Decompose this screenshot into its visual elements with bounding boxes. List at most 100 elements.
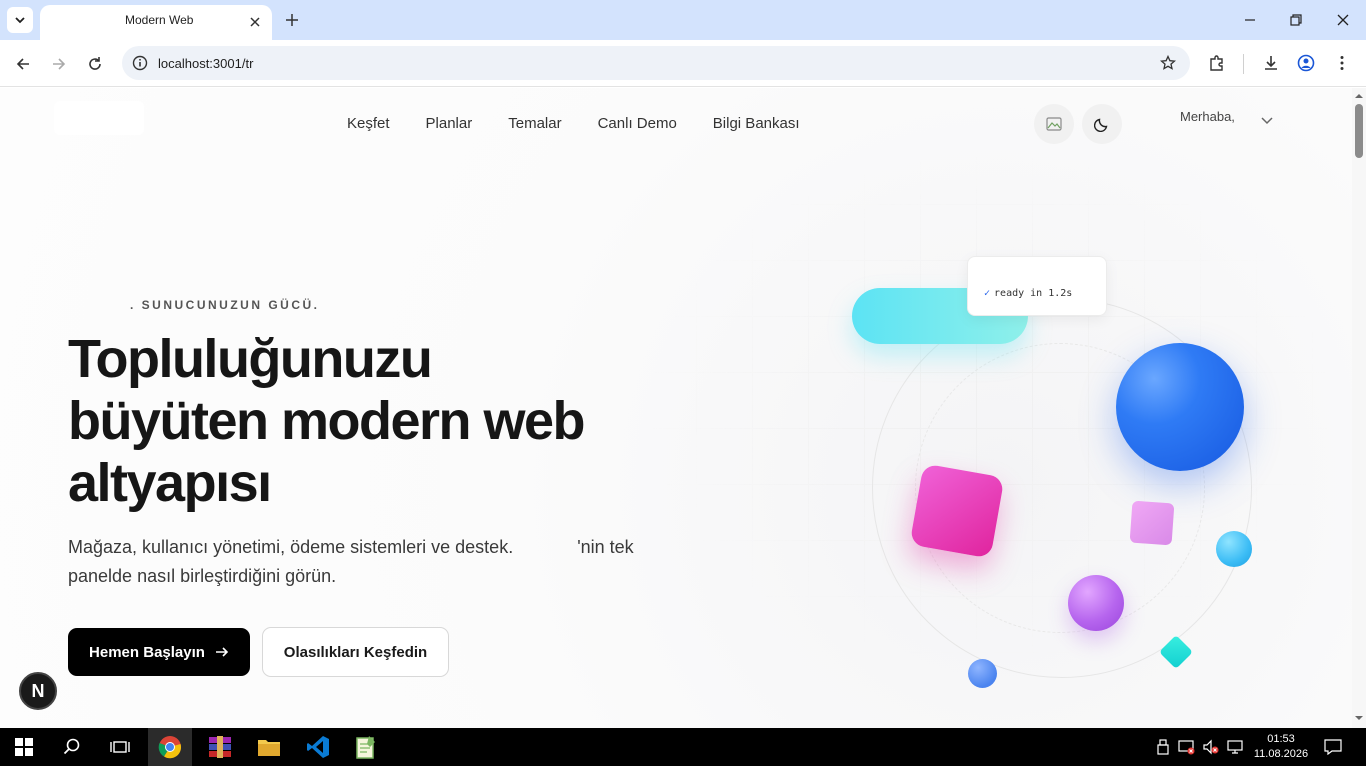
page-scrollbar[interactable] <box>1352 88 1366 728</box>
broken-image-icon <box>1046 117 1062 131</box>
taskbar-winrar[interactable] <box>198 728 242 766</box>
forward-icon <box>53 58 66 70</box>
downloads-button[interactable] <box>1259 51 1283 75</box>
site-info-button[interactable] <box>130 53 150 73</box>
taskbar-file-explorer[interactable] <box>247 728 291 766</box>
profile-button[interactable] <box>1294 51 1318 75</box>
address-bar[interactable]: localhost:3001/tr <box>122 46 1190 80</box>
reload-icon <box>89 57 101 70</box>
site-nav: Keşfet Planlar Temalar Canlı Demo Bilgi … <box>347 115 800 132</box>
hero-headline: Topluluğunuzu büyüten modern web altyapı… <box>68 329 586 513</box>
close-window-button[interactable] <box>1331 8 1355 32</box>
clock-date: 11.08.2026 <box>1253 748 1309 760</box>
taskbar-notepad-plus[interactable] <box>344 728 388 766</box>
status-text: ✓ ready in 1.2s <box>984 288 1072 299</box>
nav-item-kesfet[interactable]: Keşfet <box>347 115 390 132</box>
extensions-button[interactable] <box>1205 51 1229 75</box>
windows-icon <box>15 738 33 756</box>
vscode-icon <box>307 736 329 758</box>
info-icon <box>132 55 148 71</box>
extensions-icon <box>1210 55 1223 71</box>
scrollbar-thumb[interactable] <box>1355 104 1363 158</box>
restore-icon <box>1290 14 1302 26</box>
back-button[interactable] <box>10 51 36 77</box>
start-button[interactable] <box>2 728 46 766</box>
download-icon <box>1265 56 1277 70</box>
close-icon <box>1337 14 1349 26</box>
taskbar-clock[interactable]: 01:53 11.08.2026 <box>1252 732 1310 762</box>
moon-icon <box>1094 118 1108 132</box>
browser-tab-bar: Modern Web <box>0 0 1366 40</box>
nav-item-planlar[interactable]: Planlar <box>426 115 473 132</box>
tab-list-button[interactable] <box>7 7 33 33</box>
nextjs-dev-badge[interactable]: N <box>19 672 57 710</box>
task-view-button[interactable] <box>98 728 142 766</box>
get-started-button[interactable]: Hemen Başlayın <box>68 628 250 676</box>
language-button[interactable] <box>1034 104 1074 144</box>
explore-button[interactable]: Olasılıkları Keşfedin <box>262 627 449 677</box>
scroll-down-icon[interactable] <box>1355 714 1363 722</box>
blue-sphere-shape <box>1116 343 1244 471</box>
hero-subtext-part1: Mağaza, kullanıcı yönetimi, ödeme sistem… <box>68 537 514 557</box>
notepad-icon <box>356 736 375 759</box>
theme-toggle-button[interactable] <box>1082 104 1122 144</box>
pink-cube-shape <box>909 463 1005 559</box>
taskbar-vscode[interactable] <box>296 728 340 766</box>
forward-button[interactable] <box>46 51 72 77</box>
lilac-cube-shape <box>1129 500 1175 546</box>
scroll-up-icon[interactable] <box>1355 92 1363 100</box>
tab-title: Modern Web <box>125 13 194 27</box>
toolbar-separator <box>1243 54 1244 74</box>
small-blue-sphere-shape <box>968 659 997 688</box>
user-greeting[interactable]: Merhaba, <box>1180 109 1235 124</box>
minimize-button[interactable] <box>1238 8 1262 32</box>
chevron-down-icon <box>15 17 25 24</box>
task-view-icon <box>110 741 130 753</box>
tray-display-icon[interactable] <box>1226 739 1244 755</box>
browser-menu-button[interactable] <box>1330 51 1354 75</box>
cyan-sphere-shape <box>1216 531 1252 567</box>
star-icon <box>1160 55 1176 70</box>
get-started-label: Hemen Başlayın <box>89 643 205 661</box>
taskbar-search-button[interactable] <box>50 728 94 766</box>
search-icon <box>63 738 80 755</box>
tray-network-alert-icon[interactable] <box>1178 739 1196 755</box>
browser-tab[interactable]: Modern Web <box>40 5 272 40</box>
status-card: ✓ ready in 1.2s <box>967 256 1107 316</box>
notifications-button[interactable] <box>1324 739 1342 755</box>
menu-icon <box>1340 56 1344 70</box>
taskbar-chrome[interactable] <box>148 728 192 766</box>
site-logo[interactable] <box>54 101 144 135</box>
browser-toolbar: localhost:3001/tr <box>0 40 1366 87</box>
tray-usb-icon[interactable] <box>1154 739 1172 755</box>
nav-item-temalar[interactable]: Temalar <box>508 115 561 132</box>
arrow-right-icon <box>215 647 229 657</box>
restore-button[interactable] <box>1284 8 1308 32</box>
folder-icon <box>258 740 280 756</box>
profile-icon <box>1297 54 1315 72</box>
clock-time: 01:53 <box>1267 733 1295 745</box>
bookmark-button[interactable] <box>1158 53 1178 73</box>
notification-icon <box>1324 739 1342 755</box>
hero-subtext: Mağaza, kullanıcı yönetimi, ödeme sistem… <box>68 533 648 591</box>
tab-close-button[interactable] <box>246 13 264 31</box>
chevron-down-icon[interactable] <box>1260 116 1274 126</box>
reload-button[interactable] <box>82 51 108 77</box>
url-text: localhost:3001/tr <box>158 56 254 71</box>
status-label: ready in 1.2s <box>994 288 1073 299</box>
windows-taskbar: 01:53 11.08.2026 <box>0 728 1366 766</box>
close-icon <box>250 17 260 27</box>
winrar-icon <box>209 736 231 758</box>
purple-sphere-shape <box>1068 575 1124 631</box>
plus-icon <box>286 14 298 26</box>
tray-volume-muted-icon[interactable] <box>1202 739 1220 755</box>
hero-eyebrow: . SUNUCUNUZUN GÜCÜ. <box>130 298 320 312</box>
explore-label: Olasılıkları Keşfedin <box>283 643 428 661</box>
new-tab-button[interactable] <box>282 10 302 30</box>
chrome-icon <box>158 736 182 759</box>
nav-item-bilgi-bankasi[interactable]: Bilgi Bankası <box>713 115 800 132</box>
back-icon <box>16 58 29 70</box>
check-icon: ✓ <box>984 288 991 299</box>
minimize-icon <box>1245 19 1255 21</box>
nav-item-canli-demo[interactable]: Canlı Demo <box>598 115 677 132</box>
